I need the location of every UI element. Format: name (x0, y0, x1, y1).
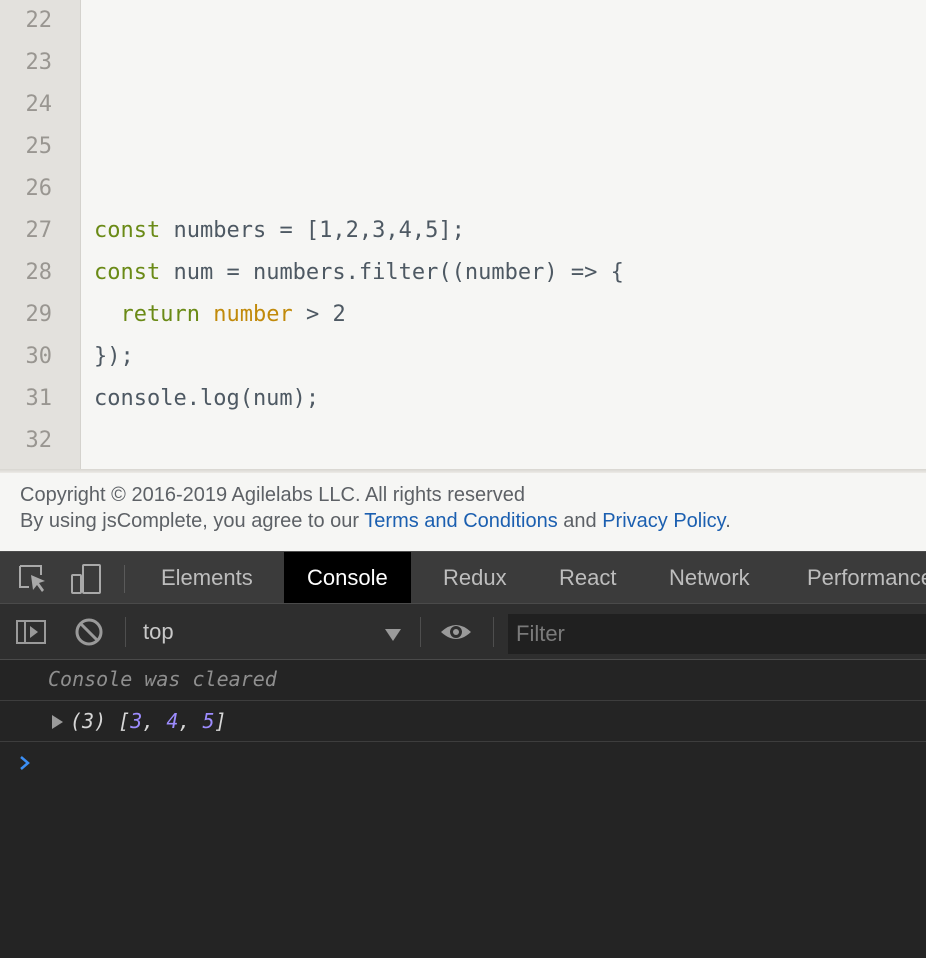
eye-icon[interactable] (439, 616, 471, 648)
code-line[interactable]: 31 console.log(num); (0, 378, 926, 420)
array-value: 5 (202, 709, 215, 733)
copyright-text: Copyright © 2016-2019 Agilelabs LLC. All… (20, 484, 526, 506)
code-line[interactable]: 26 (0, 168, 926, 210)
array-value: 3 (130, 709, 143, 733)
line-number: 28 (25, 260, 53, 285)
line-code: const numbers = [1,2,3,4,5]; (94, 210, 465, 252)
code-line[interactable]: 22 (0, 0, 926, 42)
context-selector[interactable]: top (143, 604, 174, 659)
code-text: numbers = [1,2,3,4,5]; (160, 218, 465, 243)
tab-console[interactable]: Console (284, 552, 411, 603)
code-line[interactable]: 25 (0, 126, 926, 168)
array-separator: , (142, 709, 167, 733)
keyword-token: const (94, 260, 161, 285)
keyword-token: const (94, 218, 161, 243)
line-number: 27 (25, 218, 53, 243)
devtools-tab-bar: Elements Console Redux React Network Per… (0, 551, 926, 604)
line-code: console.log(num); (94, 386, 320, 411)
toolbar-divider (125, 617, 126, 647)
tab-redux[interactable]: Redux (420, 552, 530, 603)
code-line[interactable]: 23 (0, 42, 926, 84)
code-line[interactable]: 24 (0, 84, 926, 126)
and-text: and (557, 510, 603, 532)
filter-input[interactable] (508, 614, 926, 654)
code-text: num = numbers.filter((number) => { (160, 260, 624, 285)
code-text: > 2 (292, 302, 346, 327)
line-number: 31 (25, 386, 53, 411)
privacy-link[interactable]: Privacy Policy (602, 510, 725, 532)
device-toolbar-icon[interactable] (70, 563, 102, 595)
agreement-text: By using jsComplete, you agree to our Te… (20, 510, 731, 533)
inspect-element-icon[interactable] (17, 563, 49, 595)
keyword-token: return (120, 302, 200, 327)
array-close: ] (214, 709, 227, 733)
array-value: 4 (166, 709, 179, 733)
tab-network[interactable]: Network (646, 552, 773, 603)
line-number: 29 (25, 302, 53, 327)
line-number: 25 (25, 134, 53, 159)
terms-link[interactable]: Terms and Conditions (364, 510, 557, 532)
code-line[interactable]: 28 const num = numbers.filter((number) =… (0, 252, 926, 294)
line-number: 24 (25, 92, 53, 117)
line-number: 22 (25, 8, 53, 33)
array-open: [ (118, 709, 131, 733)
line-code: const num = numbers.filter((number) => { (94, 252, 624, 294)
code-editor[interactable]: 22 23 24 25 26 27 const numbers = [1,2,3… (0, 0, 926, 470)
console-toolbar: top (0, 604, 926, 660)
expand-arrow-icon[interactable] (52, 715, 63, 729)
line-number: 23 (25, 50, 53, 75)
code-line[interactable]: 32 (0, 420, 926, 462)
prompt-chevron-icon[interactable] (18, 754, 32, 777)
toolbar-divider (124, 565, 125, 593)
code-line[interactable]: 30 }); (0, 336, 926, 378)
line-number: 32 (25, 428, 53, 453)
sidebar-toggle-icon[interactable] (15, 616, 47, 648)
dropdown-arrow-icon[interactable] (385, 629, 401, 641)
param-token: number (213, 302, 293, 327)
console-output: Console was cleared (3) [3, 4, 5] (0, 660, 926, 958)
code-line[interactable]: 29 return number > 2 (0, 294, 926, 336)
page-footer: Copyright © 2016-2019 Agilelabs LLC. All… (0, 473, 926, 551)
toolbar-divider (420, 617, 421, 647)
toolbar-divider (493, 617, 494, 647)
tab-react[interactable]: React (536, 552, 639, 603)
clear-console-icon[interactable] (73, 616, 105, 648)
tab-performance[interactable]: Performance (784, 552, 926, 603)
console-result[interactable]: (3) [3, 4, 5] (0, 701, 926, 742)
agreement-prefix: By using jsComplete, you agree to our (20, 510, 365, 532)
line-number: 30 (25, 344, 53, 369)
tab-elements[interactable]: Elements (138, 552, 276, 603)
code-line[interactable]: 27 const numbers = [1,2,3,4,5]; (0, 210, 926, 252)
array-separator: , (178, 709, 203, 733)
line-code: return number > 2 (94, 294, 346, 336)
period-text: . (725, 510, 731, 532)
line-code: }); (94, 344, 134, 369)
line-number: 26 (25, 176, 53, 201)
array-count: (3) (70, 709, 119, 733)
console-message: Console was cleared (0, 660, 926, 701)
array-preview[interactable]: (3) [3, 4, 5] (70, 709, 227, 733)
cleared-message: Console was cleared (48, 667, 277, 691)
